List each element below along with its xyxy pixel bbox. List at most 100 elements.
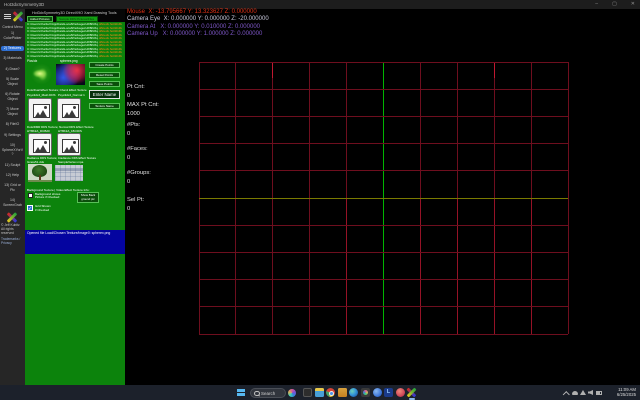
edge-icon[interactable] [349,388,358,397]
copyright-text: © Jeff Kubitz All rights reserved [1,224,24,236]
save-points-button[interactable]: Save Points [89,81,120,87]
terminal-icon[interactable] [303,388,312,397]
file-explorer-icon[interactable] [315,388,324,397]
footer-logo-icon [7,212,17,222]
red-app-icon[interactable] [396,388,405,397]
status-bar-text: Opened file Load/Chosen Texture/Image0: … [27,231,110,235]
sphere-texture-label: spherex.png [60,59,78,63]
section1-left-label: Psys3dx4_Matri.DDS [27,93,56,97]
sidebar-item-12[interactable]: 12) Help [1,173,24,178]
tray-cloud-icon[interactable] [572,390,578,396]
screen: Hot3dxSymmetry3D – ▢ ✕ Control Menu 1) C… [0,0,640,400]
close-button[interactable]: ✕ [631,1,635,8]
grid-hline [199,170,569,171]
clock-date: 6/25/2025 [617,392,636,397]
sidebar-item-1[interactable]: 1) ColorPicker [1,31,24,41]
tab-added-pictures[interactable]: Added Pictures [27,16,53,22]
sidebar-item-4[interactable]: 4) Draw? [1,67,24,72]
tray-wifi-icon[interactable] [580,390,586,396]
maximize-button[interactable]: ▢ [612,1,617,8]
image-placeholder[interactable] [57,133,81,157]
texture-name-button[interactable]: Texture Name [89,103,120,109]
grid-vline-bright [346,198,347,334]
reset-points-button[interactable]: Reset Points [89,72,120,78]
mouse-coordinates: Mouse X: -13.795667 Y: 13.323627 Z: 0.00… [127,9,257,15]
stat-faces: #Faces:0 [127,146,148,161]
background-picture-checkbox[interactable] [28,193,33,198]
grid-hline [199,334,569,335]
particle-texture-thumbnail[interactable] [30,64,53,84]
viewport[interactable]: Mouse X: -13.795667 Y: 13.323627 Z: 0.00… [125,9,640,385]
sidebar-item-13[interactable]: 13) Grid or Pic [1,183,24,193]
grid-hline [199,252,569,253]
grid-vline-bright [420,198,421,334]
sidebar-item-8[interactable]: 8) FileIO [1,122,24,127]
grid-hline [199,62,569,63]
grid-vline [568,62,569,334]
start-button-icon[interactable] [237,389,245,397]
sidebar-item-9[interactable]: 9) Settings [1,133,24,138]
search-label: Search [261,391,275,396]
camera-up-coordinates: Camera Up X: 0.000000 Y: 1.000000 Z: 0.0… [127,31,262,37]
file-list: C:\Users\CharlieX\AppData\Local\Packages… [27,23,122,58]
tray-battery-icon[interactable] [596,390,602,396]
section2-left-label: HT8K2A_DCB20 [27,129,50,133]
blue-app-icon[interactable] [373,388,382,397]
grid-shown-checkbox[interactable]: ✓ [27,205,33,211]
stat-selpt: Sel Pt:0 [127,197,144,212]
stat-pts: #Pts:0 [127,122,140,137]
sidebar-item-7[interactable]: 7) Move Object [1,107,24,117]
blueprint-texture-thumbnail[interactable] [55,165,83,181]
section3-right-label: SampleVertex.mpa [58,160,83,164]
stat-ptcnt: Pt Cnt:0 [127,84,145,99]
grid-tick [272,62,273,78]
create-points-button[interactable]: Create Points [89,62,120,68]
grid-hline [199,279,569,280]
photos-icon[interactable] [361,388,370,397]
sidebar-item-3[interactable]: 3) Materials [1,56,24,61]
minimize-button[interactable]: – [595,1,598,8]
sidebar-menu: 1) ColorPicker 2) Textures 3) Materials 4) … [1,31,24,214]
sidebar-item-2[interactable]: 2) Textures [1,46,24,51]
textures-panel: Hot3dxSymmetry3D DirectX9O Xaml Drawing … [25,9,125,385]
image-placeholder[interactable] [28,98,52,122]
background-picture-checkbox-label: Background shows Picture if Checked [35,193,60,200]
section1-caption: Dots/Dual Effect Texture; Chan1 Effect T… [27,88,120,92]
sidebar-item-14[interactable]: 14) ScreenGrab [1,198,24,208]
search-icon [254,391,260,397]
hot3dx-app-icon[interactable] [407,388,416,397]
sidebar-item-11[interactable]: 11) Sculpt [1,163,24,168]
grid-vline-bright [494,198,495,334]
clock[interactable]: 11:09 AM 6/25/2025 [617,387,636,398]
panel-header-area: Hot3dxSymmetry3D DirectX9O Xaml Drawing … [25,9,125,22]
grass-texture-thumbnail[interactable] [28,164,52,182]
stat-groups: #Groups:0 [127,170,151,185]
chrome-icon[interactable] [326,388,335,397]
grid-vline-bright [457,198,458,334]
sidebar-item-6[interactable]: 6) Rotate Object [1,92,24,102]
grid-hline [199,306,569,307]
section2-right-label: HT8K2A_1B.DDS [58,129,82,133]
tray-chevron-icon[interactable] [563,391,569,397]
sphere-texture-thumbnail[interactable] [56,64,85,85]
search-box[interactable]: Search [250,388,286,398]
image-placeholder[interactable] [57,98,81,122]
sidebar-item-5[interactable]: 5) Scale Object [1,77,24,87]
tab-sample-dds-pictures[interactable]: Sample DDS Pictures/Files [56,16,98,22]
folder-icon[interactable] [338,388,347,397]
grid-hline [199,116,569,117]
copilot-icon[interactable] [288,389,296,397]
camera-at-coordinates: Camera At X: 0.000000 Y: 0.010000 Z: 0.0… [127,24,260,30]
image-placeholder[interactable] [28,133,52,157]
window-titlebar: Hot3dxSymmetry3D – ▢ ✕ [0,0,640,9]
grid-hline [199,143,569,144]
show-background-pic-button[interactable]: Show Back ground pic [77,192,99,203]
hamburger-menu-icon[interactable] [4,14,11,19]
file-path-row[interactable]: C:\Users\CharlieX\AppData\Local\Packages… [27,55,122,59]
trademarks-privacy-links[interactable]: Trademarks / Privacy [1,238,24,246]
grid-tick [494,62,495,78]
linkedin-icon[interactable] [384,388,393,397]
grid-hline [199,225,569,226]
sidebar-item-10[interactable]: 10) SphereXYorV ? [1,143,24,157]
tray-speaker-icon[interactable] [588,390,594,396]
